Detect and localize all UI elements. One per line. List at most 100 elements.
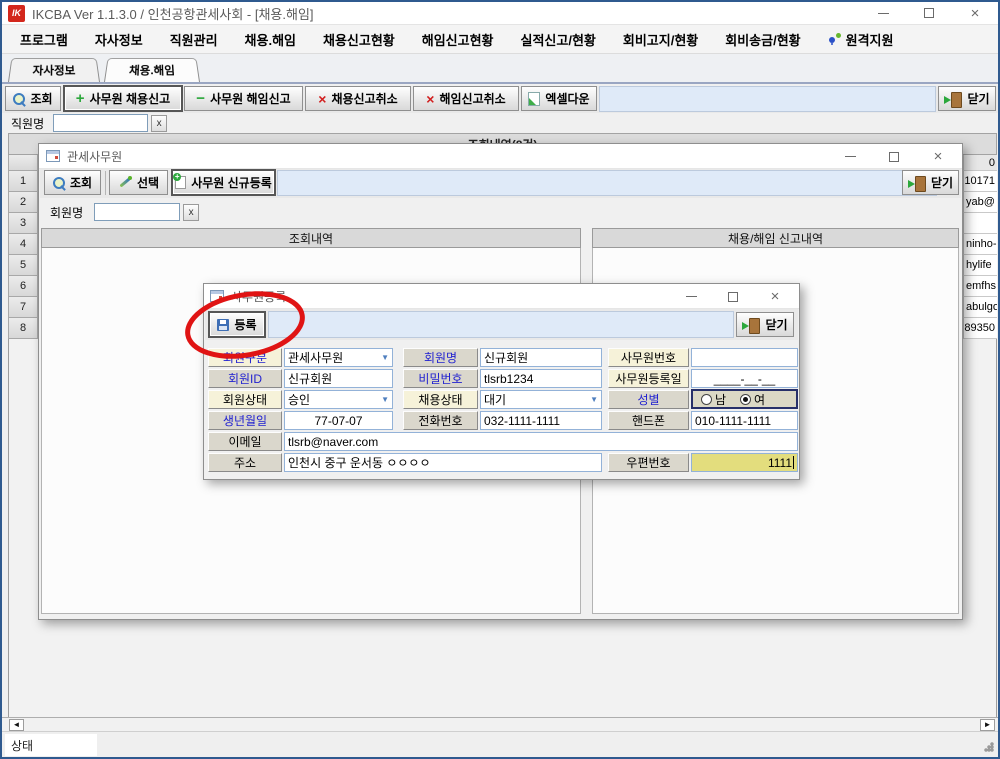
clerk-no-field[interactable] [691,348,798,367]
password-field[interactable]: tlsrb1234 [480,369,602,388]
tab-company-info[interactable]: 자사정보 [8,58,100,82]
cancel-x-icon: × [318,92,326,106]
register-button[interactable]: 등록 [209,312,265,337]
dismiss-report-cancel-button[interactable]: ×해임신고취소 [413,86,519,111]
dialog1-maximize-button[interactable] [874,144,914,169]
grid-cell: hylife [963,255,997,276]
dialog2-minimize-button[interactable] [671,284,711,309]
scroll-right-button[interactable]: ► [980,719,995,731]
menu-fee-remit[interactable]: 회비송금/현황 [725,30,800,49]
chevron-down-icon: ▼ [381,353,389,362]
maximize-button[interactable] [906,2,952,24]
gender-option-female[interactable]: 여 [740,391,765,408]
row-header[interactable]: 2 [8,192,38,213]
dialog1-close-toolbar-button[interactable]: 닫기 [902,170,959,195]
employee-name-input[interactable] [53,114,148,132]
birth-field[interactable]: 77-07-07 [284,411,393,430]
member-name-field[interactable]: 신규회원 [480,348,602,367]
minimize-icon [878,13,889,14]
dialog1-search-button[interactable]: 조회 [44,170,101,195]
excel-download-button[interactable]: 엑셀다운 [521,86,597,111]
radio-icon [701,394,712,405]
close-icon: × [934,149,943,164]
new-document-icon [175,176,186,189]
remote-support-icon [828,33,842,46]
clerk-reg-date-field[interactable]: ____-__-__ [691,369,798,388]
zipcode-label: 우편번호 [608,453,689,472]
grid-cell: ninho- [963,234,997,255]
close-button[interactable]: × [952,2,998,24]
member-status-select[interactable]: 승인▼ [284,390,393,409]
dialog1-select-button[interactable]: 선택 [109,170,168,195]
dialog2-close-button[interactable]: × [755,284,795,309]
menu-company-info[interactable]: 자사정보 [95,30,143,49]
clear-button[interactable]: x [183,204,199,221]
toolbar-spacer [277,170,937,196]
window-title: IKCBA Ver 1.1.3.0 / 인천공항관세사회 - [채용.해임] [32,4,314,23]
member-name-filter-input[interactable] [94,203,180,221]
clerk-hire-report-button[interactable]: +사무원 채용신고 [64,86,182,111]
tab-hire-dismiss[interactable]: 채용.해임 [104,58,200,82]
gender-option-male[interactable]: 남 [701,391,726,408]
save-icon [217,319,229,331]
menu-program[interactable]: 프로그램 [20,30,68,49]
close-icon: × [971,6,980,21]
dialog1-toolbar: 조회 선택 사무원 신규등록 닫기 [40,169,961,198]
menu-fee-notice[interactable]: 회비고지/현황 [623,30,698,49]
door-icon [742,318,760,332]
cancel-x-icon: × [426,92,434,106]
grid-cell [963,213,997,234]
mobile-label: 핸드폰 [608,411,689,430]
minimize-button[interactable] [860,2,906,24]
main-toolbar: 조회 +사무원 채용신고 −사무원 해임신고 ×채용신고취소 ×해임신고취소 엑… [2,86,998,113]
dialog2-close-toolbar-button[interactable]: 닫기 [736,312,794,337]
grid-cell: emfhs [963,276,997,297]
row-header[interactable]: 6 [8,276,38,297]
door-icon [944,92,962,106]
row-header[interactable]: 3 [8,213,38,234]
dialog2-maximize-button[interactable] [713,284,753,309]
text-cursor [793,456,794,469]
menu-staff-mgmt[interactable]: 직원관리 [170,30,218,49]
dialog1-close-button[interactable]: × [918,144,958,169]
chevron-down-icon: ▼ [381,395,389,404]
member-id-field[interactable]: 신규회원 [284,369,393,388]
main-close-button[interactable]: 닫기 [938,86,996,111]
row-header[interactable]: 7 [8,297,38,318]
gender-radio-group: 남 여 [691,389,798,409]
phone-field[interactable]: 032-1111-1111 [480,411,602,430]
mobile-field[interactable]: 010-1111-1111 [691,411,798,430]
door-icon [908,176,926,190]
resize-grip[interactable] [984,742,994,752]
clerk-dismiss-report-button[interactable]: −사무원 해임신고 [184,86,303,111]
hire-status-label: 채용상태 [403,390,478,409]
hire-status-select[interactable]: 대기▼ [480,390,602,409]
member-type-select[interactable]: 관세사무원▼ [284,348,393,367]
radio-selected-icon [740,394,751,405]
menu-remote-support[interactable]: 원격지원 [828,30,894,49]
minimize-icon [686,296,697,297]
zipcode-field[interactable]: 1111 [691,453,798,472]
menu-hire-report-status[interactable]: 채용신고현황 [323,30,395,49]
search-button[interactable]: 조회 [5,86,61,111]
grid-cell: 89350 [963,318,997,339]
menu-performance-report[interactable]: 실적신고/현황 [521,30,596,49]
scroll-left-button[interactable]: ◄ [9,719,24,731]
horizontal-scrollbar[interactable]: ◄ ► [2,717,998,731]
address-field[interactable]: 인천시 중구 운서동 ㅇㅇㅇㅇ [284,453,602,472]
member-name-filter-label: 회원명 [50,204,83,221]
status-label: 상태 [5,734,97,756]
dialog1-minimize-button[interactable] [830,144,870,169]
hire-report-cancel-button[interactable]: ×채용신고취소 [305,86,411,111]
row-header[interactable]: 5 [8,255,38,276]
dialog1-new-register-button[interactable]: 사무원 신규등록 [172,170,275,195]
menu-hire-dismiss[interactable]: 채용.해임 [245,30,296,49]
row-header[interactable]: 1 [8,171,38,192]
menu-dismiss-report-status[interactable]: 해임신고현황 [422,30,494,49]
row-header[interactable]: 8 [8,318,38,339]
clerk-register-dialog: 사무원등록 × 등록 닫기 회원구분 관세사무원▼ 회원명 신규회원 사무원번호… [203,283,800,480]
row-header[interactable]: 4 [8,234,38,255]
maximize-icon [924,8,934,18]
clear-button[interactable]: x [151,115,167,132]
email-field[interactable]: tlsrb@naver.com [284,432,798,451]
